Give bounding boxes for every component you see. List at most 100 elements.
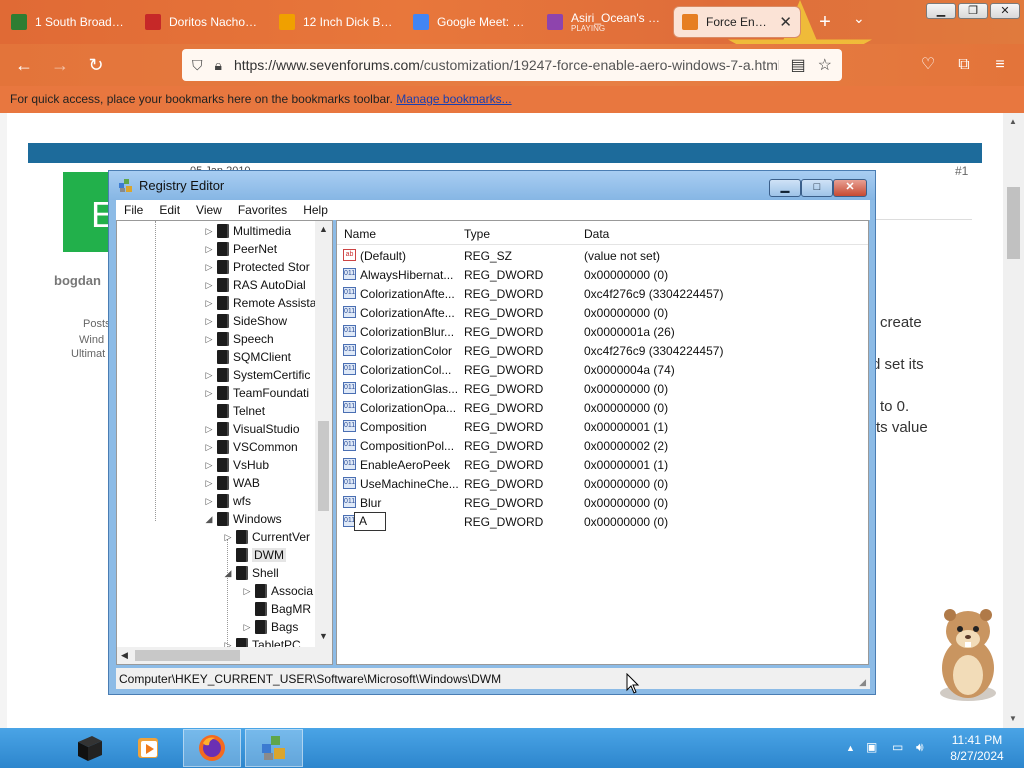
value-row[interactable]: 011 CompositionPol... REG_DWORD 0x00000002 … — [337, 436, 868, 455]
value-row[interactable]: 011 ColorizationAfte... REG_DWORD 0x0000000… — [337, 303, 868, 322]
display-tray-icon[interactable]: ▭ — [892, 740, 903, 754]
collapse-arrow-icon[interactable]: ◢ — [203, 514, 215, 525]
value-row[interactable]: 011 ColorizationBlur... REG_DWORD 0x0000001… — [337, 322, 868, 341]
regedit-maximize-button[interactable]: □ — [801, 179, 833, 197]
menu-file[interactable]: File — [124, 203, 143, 217]
expand-arrow-icon[interactable]: ▷ — [203, 262, 215, 273]
expand-arrow-icon[interactable]: ▷ — [203, 442, 215, 453]
expand-arrow-icon[interactable]: ▷ — [203, 334, 215, 345]
username[interactable]: bogdan — [54, 273, 101, 288]
column-type-header[interactable]: Type — [464, 227, 490, 241]
column-data-header[interactable]: Data — [584, 227, 609, 241]
value-row[interactable]: 011 Composition REG_DWORD 0x00000001 (1) — [337, 417, 868, 436]
browser-tab[interactable]: 1 South Broadway — [3, 6, 133, 38]
value-row[interactable]: 011 AlwaysHibernat... REG_DWORD 0x00000000 … — [337, 265, 868, 284]
tree-scroll-thumb[interactable] — [318, 421, 329, 511]
registry-editor-titlebar[interactable]: Registry Editor — [109, 171, 875, 200]
browser-tab[interactable]: Force Enable Aero ✕ — [673, 6, 801, 38]
network-app-tray-icon[interactable]: ▣ — [866, 740, 877, 754]
expand-arrow-icon[interactable]: ▷ — [203, 316, 215, 327]
scroll-down-arrow-icon[interactable]: ▼ — [319, 631, 328, 641]
tree-node[interactable]: ▷ Bags — [241, 618, 298, 636]
volume-icon[interactable]: 🔊︎ — [916, 740, 924, 755]
tree-node[interactable]: ◢ Shell — [222, 564, 279, 582]
value-row[interactable]: 011 UseMachineChe... REG_DWORD 0x00000000 (… — [337, 474, 868, 493]
expand-arrow-icon[interactable]: ▷ — [203, 226, 215, 237]
tree-node[interactable]: ◢ Windows — [203, 510, 282, 528]
expand-arrow-icon[interactable]: ▷ — [203, 460, 215, 471]
tree-node[interactable]: ▷ Protected Stor — [203, 258, 310, 276]
tree-node[interactable]: DWM — [222, 546, 286, 564]
expand-arrow-icon[interactable]: ▷ — [203, 298, 215, 309]
bookmark-star-icon[interactable]: ☆ — [818, 55, 832, 75]
scroll-up-arrow-icon[interactable]: ▲ — [319, 224, 328, 234]
minimize-window-button[interactable]: ▁ — [926, 3, 956, 19]
tree-node[interactable]: ▷ wfs — [203, 492, 251, 510]
tree-node[interactable]: ▷ VSCommon — [203, 438, 298, 456]
value-row[interactable]: 011 ColorizationGlas... REG_DWORD 0x0000000… — [337, 379, 868, 398]
address-bar[interactable]: ⛉ 🔒︎ https://www.sevenforums.com/customi… — [182, 49, 842, 81]
close-tab-icon[interactable]: ✕ — [779, 13, 792, 31]
expand-arrow-icon[interactable]: ▷ — [203, 244, 215, 255]
manage-bookmarks-link[interactable]: Manage bookmarks... — [396, 92, 511, 106]
tree-node[interactable]: ▷ Multimedia — [203, 222, 291, 240]
url-text[interactable]: https://www.sevenforums.com/customizatio… — [234, 57, 779, 73]
post-number[interactable]: #1 — [955, 164, 968, 178]
tree-horizontal-scrollbar[interactable]: ◀ — [117, 647, 332, 664]
expand-arrow-icon[interactable]: ▷ — [241, 586, 253, 597]
taskbar-registry-editor[interactable] — [245, 729, 303, 767]
tree-node[interactable]: BagMR — [241, 600, 311, 618]
menu-view[interactable]: View — [196, 203, 222, 217]
browser-tab[interactable]: Doritos Nacho Cheese — [137, 6, 267, 38]
value-row[interactable]: ab (Default) REG_SZ (value not set) — [337, 246, 868, 265]
show-hidden-icons-icon[interactable]: ▲ — [846, 743, 855, 753]
lock-icon[interactable]: 🔒︎ — [215, 57, 222, 74]
tree-node[interactable]: ▷ CurrentVer — [222, 528, 310, 546]
extensions-puzzle-icon[interactable]: ⧉ — [952, 53, 976, 77]
scroll-down-arrow-icon[interactable]: ▼ — [1009, 714, 1017, 723]
scroll-left-arrow-icon[interactable]: ◀ — [121, 650, 128, 661]
tracking-shield-icon[interactable]: ⛉ — [192, 57, 203, 74]
tree-vertical-scrollbar[interactable]: ▲ ▼ — [315, 221, 332, 647]
tree-node[interactable]: SQMClient — [203, 348, 291, 366]
value-row[interactable]: 011 ColorizationAfte... REG_DWORD 0xc4f276c… — [337, 284, 868, 303]
menu-edit[interactable]: Edit — [159, 203, 180, 217]
tree-node[interactable]: ▷ SystemCertific — [203, 366, 310, 384]
forward-arrow-icon[interactable]: → — [48, 53, 72, 77]
restore-window-button[interactable]: ❐ — [958, 3, 988, 19]
tree-node[interactable]: ▷ RAS AutoDial — [203, 276, 306, 294]
tree-node[interactable]: ▷ Speech — [203, 330, 274, 348]
page-scroll-thumb[interactable] — [1007, 187, 1020, 259]
tree-node[interactable]: ▷ SideShow — [203, 312, 287, 330]
regedit-close-button[interactable]: ✕ — [833, 179, 867, 197]
expand-arrow-icon[interactable]: ▷ — [241, 622, 253, 633]
expand-arrow-icon[interactable]: ▷ — [203, 280, 215, 291]
tree-node[interactable]: ▷ VisualStudio — [203, 420, 300, 438]
rename-value-input[interactable]: A — [354, 512, 386, 531]
list-all-tabs-chevron-icon[interactable]: ⌄ — [853, 10, 865, 27]
expand-arrow-icon[interactable]: ▷ — [203, 388, 215, 399]
value-row[interactable]: 011 A REG_DWORD 0x00000000 (0) — [337, 512, 868, 531]
tree-node[interactable]: Telnet — [203, 402, 265, 420]
taskbar-terminal-app[interactable] — [60, 729, 118, 767]
value-row[interactable]: 011 ColorizationCol... REG_DWORD 0x0000004a… — [337, 360, 868, 379]
value-row[interactable]: 011 EnableAeroPeek REG_DWORD 0x00000001 (1) — [337, 455, 868, 474]
regedit-minimize-button[interactable]: ▁ — [769, 179, 801, 197]
expand-arrow-icon[interactable]: ▷ — [203, 424, 215, 435]
value-row[interactable]: 011 ColorizationOpa... REG_DWORD 0x00000000… — [337, 398, 868, 417]
system-clock[interactable]: 11:41 PM 8/27/2024 — [942, 732, 1012, 764]
tree-node[interactable]: ▷ WAB — [203, 474, 260, 492]
resize-grip-icon[interactable]: ◢ — [859, 677, 866, 688]
menu-hamburger-icon[interactable]: ≡ — [988, 53, 1012, 77]
tree-hscroll-thumb[interactable] — [135, 650, 240, 661]
tree-node[interactable]: ▷ PeerNet — [203, 240, 277, 258]
menu-favorites[interactable]: Favorites — [238, 203, 287, 217]
expand-arrow-icon[interactable]: ▷ — [222, 532, 234, 543]
value-row[interactable]: 011 Blur REG_DWORD 0x00000000 (0) — [337, 493, 868, 512]
tree-node[interactable]: ▷ Remote Assista — [203, 294, 316, 312]
back-arrow-icon[interactable]: ← — [12, 53, 36, 77]
expand-arrow-icon[interactable]: ▷ — [203, 370, 215, 381]
taskbar-firefox[interactable] — [183, 729, 241, 767]
browser-tab[interactable]: Asiri_Ocean's RoomPLAYING — [539, 6, 669, 38]
column-name-header[interactable]: Name — [344, 227, 376, 241]
